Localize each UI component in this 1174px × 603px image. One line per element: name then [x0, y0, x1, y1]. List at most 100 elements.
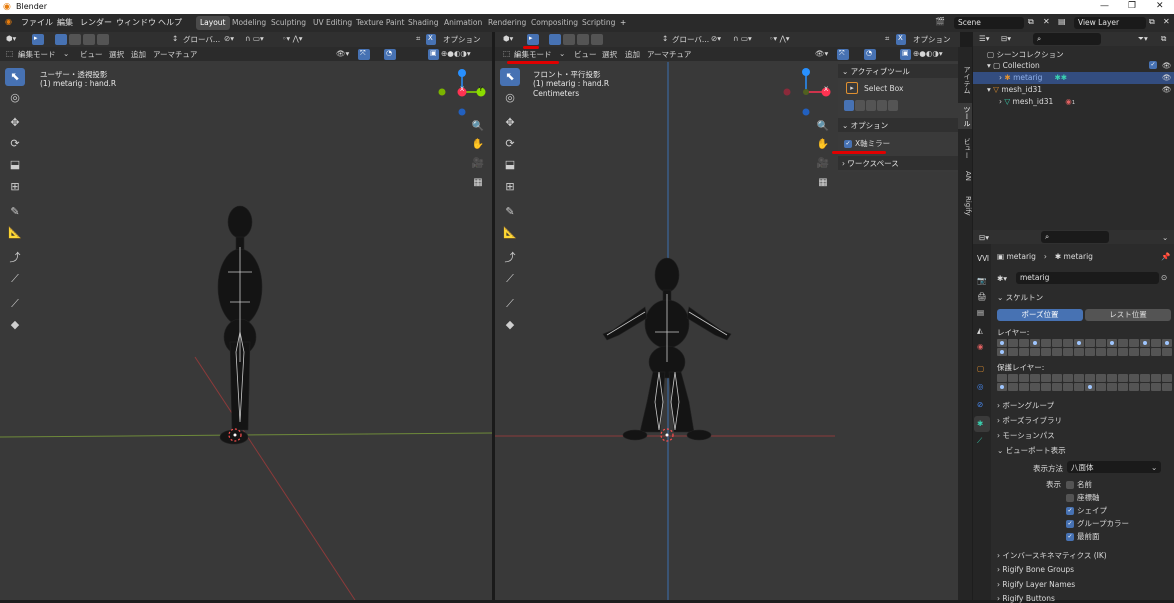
add-workspace-button[interactable]: +: [616, 16, 630, 30]
options-dropdown[interactable]: オプション: [913, 34, 951, 45]
delete-scene-icon[interactable]: ✕: [1043, 17, 1050, 26]
active-tool-header[interactable]: ⌄ アクティブツール: [838, 64, 958, 78]
object-tab-icon[interactable]: ▢: [977, 364, 984, 373]
tab-sculpting[interactable]: Sculpting: [267, 16, 310, 30]
armature-data-tab[interactable]: ✱: [974, 416, 990, 432]
blender-menu-icon[interactable]: ◉: [5, 17, 12, 26]
mode-subtract-icon[interactable]: [866, 100, 876, 111]
x-mirror-checkbox[interactable]: ✓ X軸ミラー: [844, 138, 890, 149]
maximize-button[interactable]: ❐: [1128, 1, 1136, 11]
datablock-name-field[interactable]: metarig: [1016, 272, 1159, 284]
shading-modes-icon[interactable]: ⊕●◐◑▾: [913, 49, 943, 58]
rigify-buttons-section[interactable]: › Rigify Buttons: [997, 594, 1055, 603]
chevron-down-icon[interactable]: ⌄: [1162, 233, 1168, 242]
left-3d-viewport[interactable]: ⬢▾ ▸ ↕ グローバ... ⊘▾ ∩ ▭▾ ◦▾ ⋀▾ ⌗ X オプション ⬚…: [0, 32, 492, 600]
mode-extend-icon[interactable]: [855, 100, 865, 111]
pin-icon[interactable]: 📌: [1161, 252, 1170, 261]
show-axes-checkbox[interactable]: 座標軸: [1066, 492, 1100, 503]
collection-row[interactable]: ▾ ▢ Collection: [987, 61, 1040, 70]
physics-tab-icon[interactable]: ◎: [977, 382, 984, 391]
right-3d-viewport[interactable]: ⬢▾ ▸ ↕ グローバ... ⊘▾ ∩ ▭▾ ◦▾ ⋀▾ ⌗ X オプション ⬚…: [495, 32, 960, 600]
layers-grid-left[interactable]: [997, 339, 1084, 356]
minimize-button[interactable]: —: [1100, 1, 1109, 11]
render-tab-icon[interactable]: 📷: [977, 276, 986, 285]
ortho-grid-icon[interactable]: ▦: [815, 175, 831, 191]
workspace-header[interactable]: › ワークスペース: [838, 156, 958, 170]
scene-icon[interactable]: 🎬: [935, 17, 945, 26]
filter-icon[interactable]: ⏷▾: [1138, 34, 1148, 44]
copy-view-layer-icon[interactable]: ⧉: [1149, 17, 1155, 27]
armature-datablock-icon[interactable]: ✱▾: [997, 274, 1007, 283]
rigify-bone-groups-section[interactable]: › Rigify Bone Groups: [997, 565, 1074, 574]
copy-scene-icon[interactable]: ⧉: [1028, 17, 1034, 27]
zoom-icon[interactable]: 🔍: [470, 119, 486, 135]
select-box-tool-icon[interactable]: ▸: [846, 82, 858, 94]
layers-grid-right[interactable]: [1085, 339, 1172, 356]
mode-intersect-icon[interactable]: [888, 100, 898, 111]
rest-position-button[interactable]: レスト位置: [1085, 309, 1171, 321]
camera-icon[interactable]: 🎥: [470, 156, 486, 172]
tab-texture-paint[interactable]: Texture Paint: [352, 16, 408, 30]
pose-position-button[interactable]: ポーズ位置: [997, 309, 1083, 321]
skeleton-section-header[interactable]: ⌄ スケルトン: [997, 292, 1043, 303]
tab-uv-editing[interactable]: UV Editing: [309, 16, 356, 30]
viewport-display-section[interactable]: ⌄ ビューポート表示: [997, 445, 1066, 456]
display-as-dropdown[interactable]: 八面体: [1067, 461, 1161, 473]
scene-name-field[interactable]: Scene: [954, 17, 1024, 29]
close-button[interactable]: ✕: [1156, 1, 1164, 11]
fake-user-icon[interactable]: ⊙: [1161, 273, 1167, 282]
delete-view-layer-icon[interactable]: ✕: [1163, 17, 1170, 26]
pose-library-section[interactable]: › ポーズライブラリ: [997, 415, 1062, 426]
constraints-tab-icon[interactable]: ⊘: [977, 400, 983, 409]
menu-file[interactable]: ファイル: [21, 17, 53, 28]
properties-search-input[interactable]: ⌕: [1041, 231, 1109, 243]
motion-paths-section[interactable]: › モーションパス: [997, 430, 1055, 441]
ortho-grid-icon[interactable]: ▦: [470, 175, 486, 191]
view-layer-tab-icon[interactable]: ▤: [977, 308, 984, 317]
visibility-eye-icon[interactable]: 👁: [1162, 85, 1172, 94]
options-header[interactable]: ⌄ オプション: [838, 118, 958, 132]
tab-item[interactable]: アイテム: [958, 63, 972, 97]
mode-invert-icon[interactable]: [877, 100, 887, 111]
show-in-front-checkbox[interactable]: ✓ 最前面: [1066, 531, 1100, 542]
scene-collection-row[interactable]: ▢ シーンコレクション: [987, 49, 1064, 60]
mode-new-icon[interactable]: [844, 100, 854, 111]
view-layer-field[interactable]: View Layer: [1074, 17, 1146, 29]
outliner-search-input[interactable]: ⌕: [1033, 33, 1101, 45]
tab-animation[interactable]: Animation: [440, 16, 486, 30]
tab-modeling[interactable]: Modeling: [228, 16, 270, 30]
show-shapes-checkbox[interactable]: ✓ シェイプ: [1066, 505, 1107, 516]
scene-tab-icon[interactable]: ◭: [977, 326, 983, 335]
tab-shading[interactable]: Shading: [404, 16, 442, 30]
x-mirror-toggle[interactable]: X: [896, 34, 906, 45]
zoom-icon[interactable]: 🔍: [815, 119, 831, 135]
view-layer-icon[interactable]: ▤: [1058, 17, 1066, 26]
tab-scripting[interactable]: Scripting: [578, 16, 619, 30]
protected-layers-grid-right[interactable]: [1085, 374, 1172, 391]
world-tab-icon[interactable]: ◉: [977, 342, 984, 351]
menu-help[interactable]: ヘルプ: [158, 17, 182, 28]
navigation-gizmo[interactable]: X: [782, 68, 832, 118]
bone-tab-icon[interactable]: ⟋: [977, 436, 982, 446]
rigify-layer-names-section[interactable]: › Rigify Layer Names: [997, 580, 1075, 589]
mesh-row[interactable]: ▾ ▽ mesh_id31: [987, 85, 1042, 94]
pan-hand-icon[interactable]: ✋: [470, 137, 486, 153]
menu-render[interactable]: レンダー: [80, 17, 112, 28]
tab-compositing[interactable]: Compositing: [527, 16, 582, 30]
output-tab-icon[interactable]: 🖨: [977, 292, 987, 301]
tab-rendering[interactable]: Rendering: [484, 16, 530, 30]
pan-hand-icon[interactable]: ✋: [815, 137, 831, 153]
tab-rigify[interactable]: Rigify: [958, 191, 972, 221]
display-mode-icon[interactable]: ⊟▾: [1001, 34, 1011, 43]
new-collection-icon[interactable]: ⧉: [1161, 34, 1166, 44]
ik-section[interactable]: › インバースキネマティクス (IK): [997, 550, 1107, 561]
tab-view[interactable]: ビュー: [958, 135, 972, 161]
outliner-editor-icon[interactable]: ☰▾: [979, 34, 990, 43]
menu-edit[interactable]: 編集: [57, 17, 73, 28]
tool-tab-icon[interactable]: ⅤⅥ: [977, 254, 989, 263]
show-name-checkbox[interactable]: 名前: [1066, 479, 1092, 490]
camera-icon[interactable]: 🎥: [815, 156, 831, 172]
protected-layers-grid-left[interactable]: [997, 374, 1084, 391]
navigation-gizmo[interactable]: Y X: [438, 68, 488, 118]
tab-an[interactable]: AN: [958, 167, 972, 185]
